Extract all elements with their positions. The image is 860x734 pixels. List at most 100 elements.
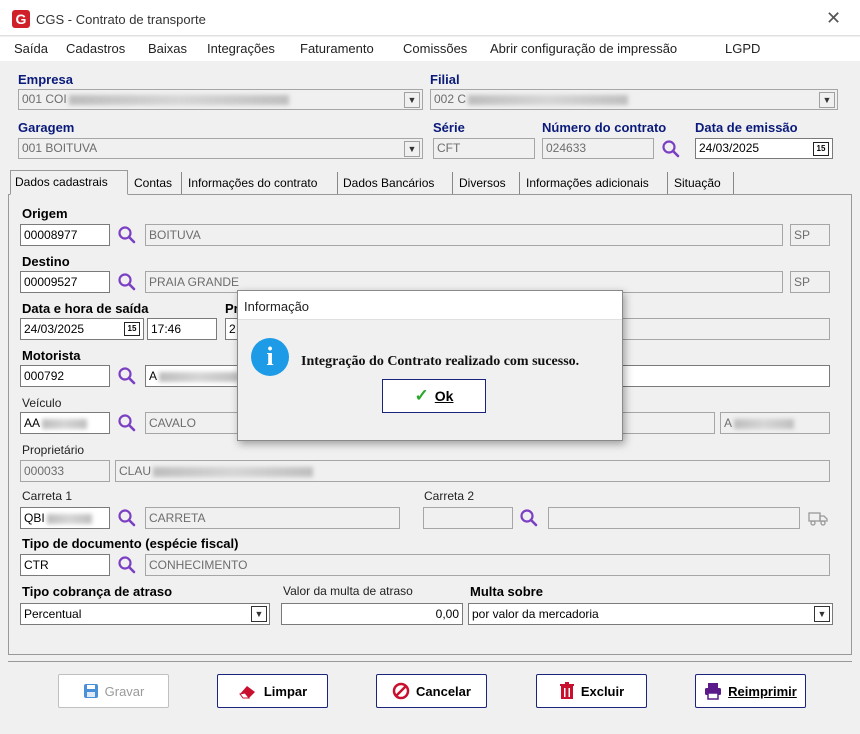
proprietario-name-input: CLAU bbox=[115, 460, 830, 482]
tab-label: Informações adicionais bbox=[526, 176, 649, 190]
bottom-divider bbox=[8, 661, 852, 662]
tipo-documento-name-input: CONHECIMENTO bbox=[145, 554, 830, 576]
ok-button[interactable]: ✓ Ok bbox=[382, 379, 486, 413]
chevron-down-icon[interactable]: ▼ bbox=[404, 141, 420, 157]
cancelar-button[interactable]: Cancelar bbox=[376, 674, 487, 708]
reimprimir-button[interactable]: Reimprimir bbox=[695, 674, 806, 708]
app-logo-icon: G bbox=[12, 10, 30, 28]
menu-item-1[interactable]: Saída bbox=[14, 41, 48, 56]
tipo-cobranca-label: Tipo cobrança de atraso bbox=[22, 584, 173, 599]
tab-label: Dados cadastrais bbox=[15, 175, 108, 189]
info-dialog: Informação i Integração do Contrato real… bbox=[237, 290, 623, 441]
calendar-icon[interactable]: 15 bbox=[813, 142, 829, 156]
veiculo-label: Veículo bbox=[22, 396, 62, 410]
motorista-label: Motorista bbox=[22, 348, 81, 363]
destino-code-input[interactable]: 00009527 bbox=[20, 271, 110, 293]
filial-select[interactable]: 002 C ▼ bbox=[430, 89, 838, 110]
search-icon[interactable] bbox=[117, 508, 137, 528]
tab-7[interactable]: Situação bbox=[670, 172, 734, 194]
menu-item-8[interactable]: LGPD bbox=[725, 41, 760, 56]
numero-contrato-label: Número do contrato bbox=[542, 120, 667, 135]
search-icon[interactable] bbox=[117, 555, 137, 575]
eraser-icon bbox=[238, 686, 255, 699]
origem-code-input[interactable]: 00008977 bbox=[20, 224, 110, 246]
motorista-code-input[interactable]: 000792 bbox=[20, 365, 110, 387]
check-icon: ✓ bbox=[414, 386, 429, 405]
serie-input[interactable]: CFT bbox=[433, 138, 535, 159]
previsao-extra-input bbox=[615, 318, 830, 340]
dialog-title-bar: Informação bbox=[238, 291, 622, 320]
origem-label: Origem bbox=[22, 206, 68, 221]
menu-item-7[interactable]: Abrir configuração de impressão bbox=[490, 41, 677, 56]
excluir-button[interactable]: Excluir bbox=[536, 674, 647, 708]
numero-contrato-input[interactable]: 024633 bbox=[542, 138, 654, 159]
limpar-button[interactable]: Limpar bbox=[217, 674, 328, 708]
origem-uf-input: SP bbox=[790, 224, 830, 246]
tab-label: Diversos bbox=[459, 176, 506, 190]
tipo-cobranca-select[interactable]: Percentual ▼ bbox=[20, 603, 270, 625]
carreta2-label: Carreta 2 bbox=[424, 489, 475, 503]
tab-label: Situação bbox=[674, 176, 721, 190]
serie-label: Série bbox=[433, 120, 465, 135]
veiculo-plate-input: A bbox=[720, 412, 830, 434]
menu-item-5[interactable]: Faturamento bbox=[300, 41, 374, 56]
tab-6[interactable]: Informações adicionais bbox=[522, 172, 668, 194]
menu-item-2[interactable]: Cadastros bbox=[66, 41, 125, 56]
garagem-select[interactable]: 001 BOITUVA ▼ bbox=[18, 138, 423, 159]
search-icon[interactable] bbox=[519, 508, 539, 528]
title-bar: G CGS - Contrato de transporte ✕ bbox=[0, 0, 860, 36]
close-icon[interactable]: ✕ bbox=[826, 8, 841, 29]
tipo-documento-code-input[interactable]: CTR bbox=[20, 554, 110, 576]
tab-4[interactable]: Dados Bancários bbox=[339, 172, 453, 194]
empresa-label: Empresa bbox=[18, 72, 73, 87]
search-icon[interactable] bbox=[117, 225, 137, 245]
chevron-down-icon[interactable]: ▼ bbox=[404, 92, 420, 108]
calendar-icon[interactable]: 15 bbox=[124, 322, 140, 336]
multa-valor-input[interactable]: 0,00 bbox=[281, 603, 463, 625]
menu-item-6[interactable]: Comissões bbox=[403, 41, 467, 56]
trash-icon bbox=[559, 682, 574, 699]
window-title: CGS - Contrato de transporte bbox=[36, 12, 206, 27]
tipo-documento-label: Tipo de documento (espécie fiscal) bbox=[22, 536, 239, 551]
carreta2-code-input[interactable] bbox=[423, 507, 513, 529]
chevron-down-icon[interactable]: ▼ bbox=[814, 606, 830, 622]
menu-item-3[interactable]: Baixas bbox=[148, 41, 187, 56]
tab-1[interactable]: Dados cadastrais bbox=[10, 170, 128, 195]
gravar-button[interactable]: Gravar bbox=[58, 674, 169, 708]
carreta1-type-input: CARRETA bbox=[145, 507, 400, 529]
data-saida-label: Data e hora de saída bbox=[22, 301, 149, 316]
origem-city-input: BOITUVA bbox=[145, 224, 783, 246]
tab-3[interactable]: Informações do contrato bbox=[184, 172, 338, 194]
proprietario-code-input: 000033 bbox=[20, 460, 110, 482]
truck-icon[interactable] bbox=[808, 509, 828, 527]
chevron-down-icon[interactable]: ▼ bbox=[819, 92, 835, 108]
search-icon[interactable] bbox=[117, 272, 137, 292]
garagem-label: Garagem bbox=[18, 120, 75, 135]
search-icon[interactable] bbox=[661, 139, 681, 159]
search-icon[interactable] bbox=[117, 413, 137, 433]
tab-5[interactable]: Diversos bbox=[455, 172, 520, 194]
veiculo-code-input[interactable]: AA bbox=[20, 412, 110, 434]
info-icon: i bbox=[251, 338, 289, 376]
proprietario-label: Proprietário bbox=[22, 443, 85, 457]
dialog-message: Integração do Contrato realizado com suc… bbox=[301, 354, 580, 369]
hora-saida-input[interactable]: 17:46 bbox=[147, 318, 217, 340]
multa-valor-label: Valor da multa de atraso bbox=[283, 584, 413, 598]
destino-uf-input: SP bbox=[790, 271, 830, 293]
filial-label: Filial bbox=[430, 72, 460, 87]
tab-label: Informações do contrato bbox=[188, 176, 318, 190]
multa-sobre-label: Multa sobre bbox=[470, 584, 543, 599]
data-emissao-label: Data de emissão bbox=[695, 120, 798, 135]
tab-2[interactable]: Contas bbox=[130, 172, 182, 194]
chevron-down-icon[interactable]: ▼ bbox=[251, 606, 267, 622]
destino-label: Destino bbox=[22, 254, 70, 269]
tab-label: Contas bbox=[134, 176, 173, 190]
menu-bar: Saída Cadastros Baixas Integrações Faturamen… bbox=[0, 37, 860, 61]
empresa-select[interactable]: 001 COI ▼ bbox=[18, 89, 423, 110]
menu-item-4[interactable]: Integrações bbox=[207, 41, 275, 56]
search-icon[interactable] bbox=[117, 366, 137, 386]
multa-sobre-select[interactable]: por valor da mercadoria ▼ bbox=[468, 603, 833, 625]
carreta1-label: Carreta 1 bbox=[22, 489, 73, 503]
dialog-title: Informação bbox=[244, 299, 310, 314]
carreta1-code-input[interactable]: QBI bbox=[20, 507, 110, 529]
